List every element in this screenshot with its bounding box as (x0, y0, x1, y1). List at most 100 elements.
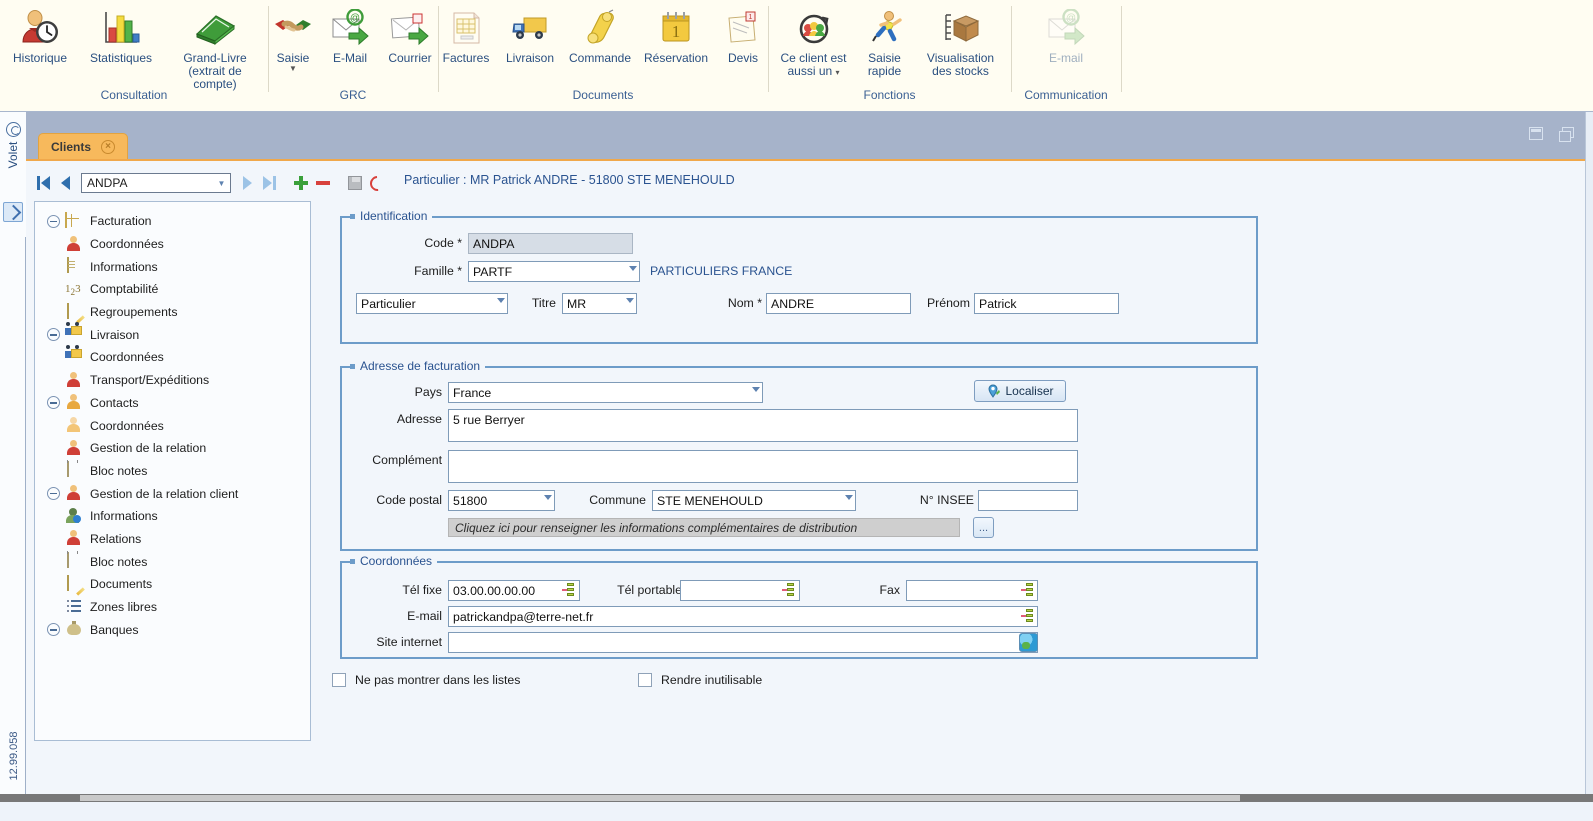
chevron-down-icon[interactable]: ▼ (215, 179, 228, 188)
ribbon-button-historique[interactable]: Historique (1, 4, 79, 67)
tree-expander-icon[interactable] (47, 328, 60, 342)
insee-field[interactable] (978, 490, 1078, 511)
ribbon-button-reservation[interactable]: 1 Réservation (637, 4, 715, 67)
code-field[interactable]: ANDPA (468, 233, 633, 254)
tree-item-documents[interactable]: Documents (39, 573, 306, 596)
ribbon-button-courrier[interactable]: Courrier (379, 4, 441, 67)
svg-text:@: @ (350, 13, 360, 24)
commune-combo[interactable]: STE MENEHOULD (652, 490, 856, 511)
distribution-hint-bar[interactable]: Cliquez ici pour renseigner les informat… (448, 518, 960, 537)
save-record-button[interactable] (346, 174, 364, 192)
phonebook-icon[interactable] (1021, 583, 1033, 598)
record-code-combo[interactable]: ANDPA ▼ (81, 173, 231, 193)
ribbon-button-email-communication[interactable]: @ E-mail (1031, 4, 1101, 67)
titre-combo[interactable]: MR (562, 293, 637, 314)
open-website-icon[interactable] (1019, 633, 1038, 652)
ribbon-button-saisie[interactable]: Saisie ▼ (265, 4, 321, 75)
notepad-glyph (67, 552, 69, 569)
checkbox-rendre-inutilisable[interactable]: Rendre inutilisable (638, 673, 762, 687)
add-record-button[interactable] (292, 174, 310, 192)
tree-expander-icon[interactable] (47, 214, 60, 228)
distribution-details-button[interactable]: ... (973, 517, 994, 538)
cascade-windows-icon[interactable] (1559, 127, 1574, 142)
tab-clients[interactable]: Clients × (38, 133, 129, 159)
type-combo[interactable]: Particulier (356, 293, 508, 314)
tel-fixe-label: Tél fixe (402, 583, 442, 597)
tree-item-comptabilit[interactable]: 123 Comptabilité (39, 278, 306, 301)
tree-expander-icon[interactable] (47, 396, 60, 410)
chevron-down-icon[interactable] (497, 298, 505, 303)
first-record-button[interactable] (34, 174, 52, 192)
chevron-down-icon[interactable] (544, 495, 552, 500)
tree-item-informations[interactable]: Informations (39, 255, 306, 278)
horizontal-scrollbar[interactable] (0, 794, 1593, 802)
navigation-tree[interactable]: Facturation Coordonnées Informations 123 Com… (34, 201, 311, 741)
tree-item-relations[interactable]: Relations (39, 528, 306, 551)
site-internet-field[interactable] (448, 632, 1038, 653)
tree-item-banques[interactable]: Banques (39, 618, 306, 641)
tree-item-bloc-notes[interactable]: Bloc notes (39, 460, 306, 483)
checkbox-ne-pas-montrer[interactable]: Ne pas montrer dans les listes (332, 673, 520, 687)
complement-field[interactable] (448, 450, 1078, 483)
adresse-field[interactable]: 5 rue Berryer (448, 409, 1078, 442)
famille-combo[interactable]: PARTF (468, 261, 640, 282)
phonebook-icon[interactable] (1021, 609, 1033, 624)
chevron-down-icon[interactable] (629, 266, 637, 271)
ribbon-button-grand-livre[interactable]: Grand-Livre (extrait de compte) (163, 4, 267, 93)
tree-item-livraison[interactable]: Livraison (39, 322, 306, 346)
tel-fixe-field[interactable]: 03.00.00.00.00 (448, 580, 580, 601)
restore-window-icon[interactable] (1529, 127, 1543, 140)
ribbon-button-commande[interactable]: Commande (563, 4, 637, 67)
ribbon-button-email-grc[interactable]: @ E-Mail (321, 4, 379, 67)
record-title: Particulier : MR Patrick ANDRE - 51800 S… (404, 173, 735, 187)
tree-item-informations[interactable]: Informations (39, 505, 306, 528)
tree-item-transport-exp-ditions[interactable]: Transport/Expéditions (39, 369, 306, 392)
phonebook-icon[interactable] (562, 583, 574, 598)
chevron-down-icon[interactable] (752, 387, 760, 392)
delete-record-button[interactable] (314, 174, 332, 192)
tree-item-regroupements[interactable]: Regroupements (39, 301, 306, 324)
expand-panel-icon[interactable] (3, 202, 23, 222)
volet-label[interactable]: Volet (6, 133, 20, 177)
checkbox-box[interactable] (638, 673, 652, 687)
ribbon-button-devis[interactable]: 1 Devis (715, 4, 771, 67)
phonebook-icon[interactable] (782, 583, 794, 598)
undo-changes-button[interactable] (366, 172, 388, 194)
ribbon-button-statistiques[interactable]: Statistiques (79, 4, 163, 67)
tree-item-gestion-de-la-relation-client[interactable]: Gestion de la relation client (39, 482, 306, 505)
previous-record-button[interactable] (56, 174, 74, 192)
tree-item-zones-libres[interactable]: Zones libres (39, 596, 306, 619)
chevron-down-icon[interactable]: ▼ (289, 65, 297, 73)
nom-field[interactable]: ANDRE (766, 293, 911, 314)
ribbon-button-visualisation-des-stocks[interactable]: Visualisation des stocks (915, 4, 1007, 80)
ribbon-button-ce-client-est-aussi-un[interactable]: Ce client est aussi un ▾ (773, 4, 855, 80)
tree-item-gestion-de-la-relation[interactable]: Gestion de la relation (39, 437, 306, 460)
last-record-button[interactable] (260, 174, 278, 192)
pays-combo[interactable]: France (448, 382, 763, 403)
localiser-button[interactable]: Localiser (974, 380, 1066, 402)
chevron-down-icon[interactable] (626, 298, 634, 303)
tree-expander-icon[interactable] (47, 623, 60, 637)
tree-item-coordonn-es[interactable]: Coordonnées (39, 414, 306, 437)
ribbon-button-livraison[interactable]: Livraison (497, 4, 563, 67)
code-postal-combo[interactable]: 51800 (448, 490, 555, 511)
bar (1026, 593, 1033, 596)
tree-item-coordonn-es[interactable]: Coordonnées (39, 233, 306, 256)
chevron-down-icon[interactable]: ▾ (836, 68, 840, 77)
prenom-field[interactable]: Patrick (974, 293, 1119, 314)
ribbon-button-factures[interactable]: Factures (435, 4, 497, 67)
tree-item-coordonn-es[interactable]: Coordonnées (39, 344, 306, 369)
scrollbar-thumb[interactable] (80, 795, 1240, 801)
tree-item-facturation[interactable]: Facturation (39, 210, 306, 233)
next-record-button[interactable] (238, 174, 256, 192)
fax-field[interactable] (906, 580, 1038, 601)
ribbon-button-saisie-rapide[interactable]: Saisie rapide (855, 4, 915, 80)
chevron-down-icon[interactable] (845, 495, 853, 500)
tree-expander-icon[interactable] (47, 487, 60, 501)
close-icon[interactable]: × (101, 139, 116, 154)
tree-item-bloc-notes[interactable]: Bloc notes (39, 550, 306, 573)
code-label: Code * (424, 236, 462, 250)
email-field[interactable]: patrickandpa@terre-net.fr (448, 606, 1038, 627)
tree-item-contacts[interactable]: Contacts (39, 392, 306, 415)
checkbox-box[interactable] (332, 673, 346, 687)
